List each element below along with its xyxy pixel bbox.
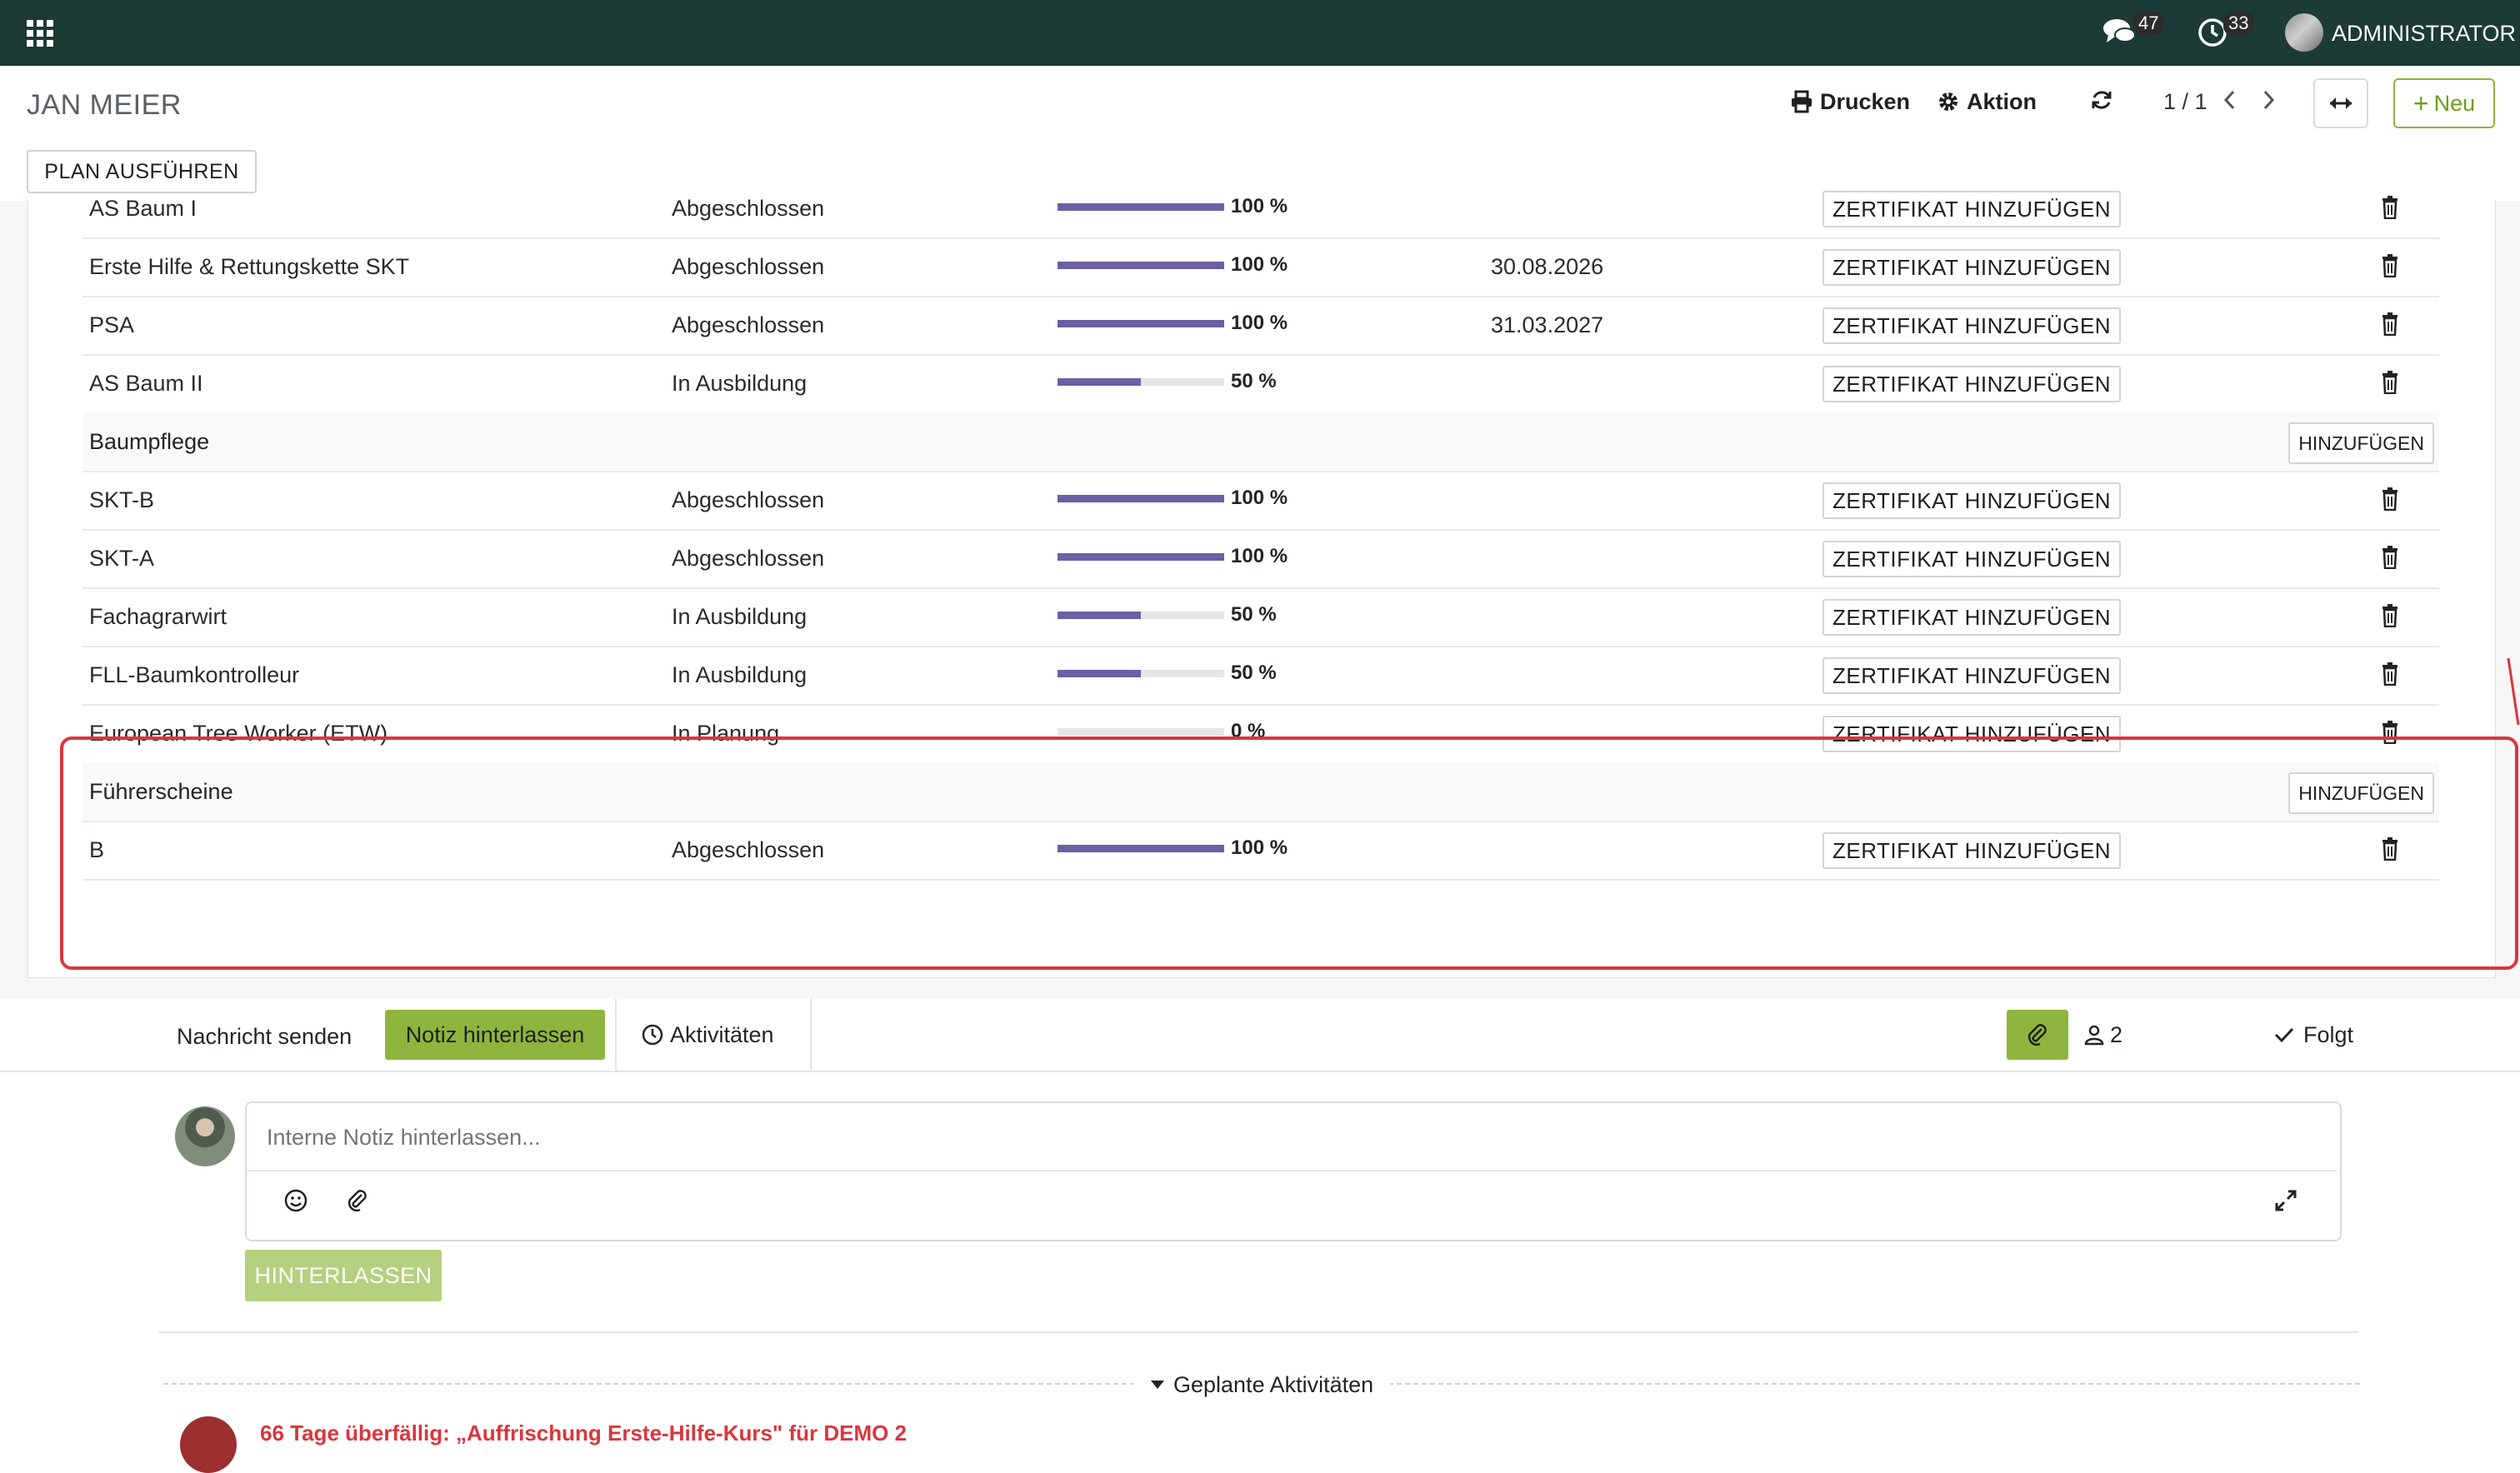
progress-bar-fill (1058, 320, 1224, 327)
progress-percent: 50 % (1231, 662, 1277, 684)
attach-file-icon[interactable] (345, 1188, 370, 1217)
add-certificate-button[interactable]: ZERTIFIKAT HINZUFÜGEN (1822, 482, 2122, 519)
caret-down-icon (1151, 1381, 1164, 1389)
highlight-annotation-box (60, 736, 2518, 970)
emoji-icon[interactable] (283, 1188, 308, 1217)
submit-note-button[interactable]: HINTERLASSEN (245, 1250, 442, 1301)
progress-percent: 100 % (1231, 312, 1288, 334)
progress-bar-fill (1058, 378, 1141, 386)
qualification-name: SKT-A (89, 546, 155, 571)
progress-bar-fill (1058, 670, 1141, 677)
progress-bar-fill (1058, 262, 1224, 269)
qualification-row[interactable]: PSA Abgeschlossen 100 % 31.03.2027 ZERTIFIKA… (82, 296, 2439, 356)
chatter-divider (158, 1331, 2358, 1333)
qualification-name: SKT-B (89, 487, 155, 512)
qualification-status: In Ausbildung (672, 604, 808, 629)
activities-tab-label: Aktivitäten (670, 1022, 774, 1047)
log-note-tab[interactable]: Notiz hinterlassen (385, 1010, 605, 1060)
qualification-row[interactable]: SKT-B Abgeschlossen 100 % ZERTIFIKAT HINZUF… (82, 471, 2439, 531)
note-input[interactable] (250, 1108, 2358, 1166)
qualification-name: FLL-Baumkontrolleur (89, 662, 300, 687)
qualification-status: Abgeschlossen (672, 254, 825, 279)
send-message-tab[interactable]: Nachricht senden (177, 1021, 352, 1051)
progress-bar (1058, 553, 1224, 561)
progress-bar (1058, 203, 1224, 211)
activities-tab[interactable]: Aktivitäten (642, 1020, 774, 1050)
qualification-name: AS Baum II (89, 371, 203, 396)
chatter-topbar (0, 999, 2520, 1072)
planned-activities-toggle[interactable]: Geplante Aktivitäten (1133, 1370, 1391, 1400)
trash-icon[interactable] (2381, 196, 2399, 219)
progress-bar-fill (1058, 553, 1224, 561)
qualification-status: Abgeschlossen (672, 487, 825, 512)
trash-icon[interactable] (2381, 371, 2399, 394)
progress-percent: 50 % (1231, 370, 1277, 392)
progress-bar (1058, 612, 1224, 619)
followers-button[interactable]: 2 (2083, 1020, 2122, 1050)
progress-percent: 100 % (1231, 253, 1288, 276)
fullscreen-composer-icon[interactable] (2273, 1188, 2298, 1217)
progress-bar (1058, 262, 1224, 269)
progress-percent: 100 % (1231, 545, 1288, 567)
planned-activities-label: Geplante Aktivitäten (1173, 1372, 1374, 1397)
progress-bar (1058, 728, 1224, 736)
expiry-date: 31.03.2027 (1491, 312, 1604, 337)
add-certificate-button[interactable]: ZERTIFIKAT HINZUFÜGEN (1822, 657, 2122, 694)
trash-icon[interactable] (2381, 254, 2399, 277)
annotation-stroke (2507, 658, 2520, 726)
qualification-name: AS Baum I (89, 196, 198, 221)
attachments-button[interactable] (2007, 1010, 2068, 1060)
current-user-avatar (175, 1106, 235, 1166)
trash-icon[interactable] (2381, 546, 2399, 569)
progress-bar (1058, 495, 1224, 502)
expiry-date: 30.08.2026 (1491, 254, 1604, 279)
qualification-status: Abgeschlossen (672, 196, 825, 221)
progress-bar-fill (1058, 203, 1224, 211)
trash-icon[interactable] (2381, 487, 2399, 511)
qualification-status: In Ausbildung (672, 662, 808, 687)
trash-icon[interactable] (2381, 662, 2399, 686)
progress-percent: 50 % (1231, 603, 1277, 626)
qualification-name: PSA (89, 312, 135, 337)
qualification-row[interactable]: AS Baum II In Ausbildung 50 % ZERTIFIKAT HI… (82, 354, 2439, 414)
qualification-status: Abgeschlossen (672, 546, 825, 571)
overdue-activity-text[interactable]: 66 Tage überfällig: „Auffrischung Erste-… (260, 1418, 907, 1448)
progress-percent: 100 % (1231, 195, 1288, 217)
user-icon (2084, 1025, 2104, 1046)
progress-bar (1058, 378, 1224, 386)
follow-status-label: Folgt (2303, 1022, 2354, 1047)
progress-bar-fill (1058, 495, 1224, 502)
add-certificate-button[interactable]: ZERTIFIKAT HINZUFÜGEN (1822, 599, 2122, 636)
trash-icon[interactable] (2381, 312, 2399, 336)
qualification-status: Abgeschlossen (672, 312, 825, 337)
qualification-row[interactable]: SKT-A Abgeschlossen 100 % ZERTIFIKAT HINZUF… (82, 529, 2439, 589)
section-row[interactable]: Baumpflege HINZUFÜGEN (82, 412, 2439, 472)
paperclip-icon (2028, 1024, 2047, 1046)
follow-button[interactable]: Folgt (2273, 1020, 2353, 1050)
add-line-button[interactable]: HINZUFÜGEN (2288, 422, 2434, 464)
add-certificate-button[interactable]: ZERTIFIKAT HINZUFÜGEN (1822, 249, 2122, 286)
qualification-name: Erste Hilfe & Rettungskette SKT (89, 254, 410, 279)
qualification-row[interactable]: Fachagrarwirt In Ausbildung 50 % ZERTIFIKAT… (82, 587, 2439, 647)
qualification-status: In Ausbildung (672, 371, 808, 396)
section-title: Baumpflege (89, 429, 210, 454)
trash-icon[interactable] (2381, 604, 2399, 627)
progress-bar-fill (1058, 612, 1141, 619)
qualification-row[interactable]: Erste Hilfe & Rettungskette SKT Abgeschlo… (82, 237, 2439, 297)
qualification-row[interactable]: AS Baum I Abgeschlossen 100 % ZERTIFIKAT HI… (82, 179, 2439, 239)
add-certificate-button[interactable]: ZERTIFIKAT HINZUFÜGEN (1822, 307, 2122, 344)
add-certificate-button[interactable]: ZERTIFIKAT HINZUFÜGEN (1822, 191, 2122, 227)
add-certificate-button[interactable]: ZERTIFIKAT HINZUFÜGEN (1822, 541, 2122, 577)
progress-bar (1058, 670, 1224, 677)
add-certificate-button[interactable]: ZERTIFIKAT HINZUFÜGEN (1822, 366, 2122, 402)
check-icon (2274, 1027, 2294, 1043)
qualification-name: Fachagrarwirt (89, 604, 228, 629)
followers-count: 2 (2110, 1022, 2123, 1047)
progress-bar (1058, 320, 1224, 327)
qualification-row[interactable]: FLL-Baumkontrolleur In Ausbildung 50 % ZERT… (82, 646, 2439, 706)
activity-avatar (180, 1416, 237, 1473)
progress-percent: 100 % (1231, 487, 1288, 509)
clock-icon (642, 1024, 663, 1046)
composer-divider (247, 1170, 2337, 1171)
